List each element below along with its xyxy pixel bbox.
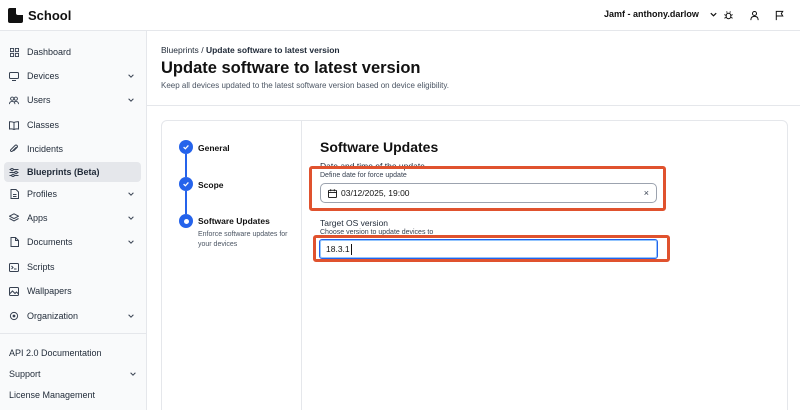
date-field-label: Date and time of the update	[320, 161, 425, 171]
sidebar-item-label: Dashboard	[27, 47, 72, 57]
breadcrumb-parent[interactable]: Blueprints	[161, 45, 199, 55]
target-os-version-value: 18.3.1	[326, 244, 350, 254]
sidebar-item-label: Users	[27, 95, 51, 105]
sidebar-item-organization[interactable]: Organization	[4, 306, 141, 326]
card-divider	[301, 121, 302, 410]
logo[interactable]: School	[8, 7, 72, 23]
sidebar-item-label: Wallpapers	[27, 286, 72, 296]
sidebar-item-label: Apps	[27, 213, 48, 223]
update-date-value: 03/12/2025, 19:00	[341, 188, 410, 198]
date-field-help: Define date for force update	[320, 172, 407, 179]
logo-icon	[8, 7, 23, 23]
sidebar-item-label: Profiles	[27, 189, 58, 199]
script-icon	[9, 262, 19, 272]
text-cursor	[350, 243, 352, 255]
step-software-updates-indicator	[179, 214, 193, 228]
breadcrumb-separator: /	[201, 45, 204, 55]
api-docs-link[interactable]: API 2.0 Documentation	[9, 348, 102, 358]
chevron-down-icon	[128, 314, 134, 318]
step-general[interactable]: General	[198, 143, 230, 153]
step-scope-check	[179, 177, 193, 191]
chevron-down-icon	[128, 192, 134, 196]
sidebar-item-documents[interactable]: Documents	[4, 232, 141, 252]
page-description: Keep all devices updated to the latest s…	[161, 81, 450, 90]
step-software-updates-subtitle: Enforce software updates for your device…	[198, 231, 288, 248]
sidebar-item-scripts[interactable]: Scripts	[4, 257, 141, 277]
chevron-down-icon	[128, 98, 134, 102]
flag-icon[interactable]	[773, 9, 785, 21]
dashboard-icon	[9, 47, 19, 57]
clear-date-button[interactable]: ×	[644, 188, 649, 198]
chevron-down-icon	[128, 240, 134, 244]
sidebar-item-blueprints[interactable]: Blueprints (Beta)	[4, 162, 141, 182]
sidebar-item-label: Blueprints (Beta)	[27, 167, 100, 177]
chevron-down-icon	[128, 74, 134, 78]
sidebar-item-label: Classes	[27, 120, 60, 130]
users-icon	[9, 95, 19, 105]
breadcrumb: Blueprints / Update software to latest v…	[161, 45, 340, 55]
step-scope[interactable]: Scope	[198, 180, 224, 190]
chevron-down-icon	[710, 12, 717, 17]
app-name: School	[28, 7, 72, 23]
sidebar-item-users[interactable]: Users	[4, 90, 141, 110]
document-icon	[9, 237, 19, 247]
sidebar: Dashboard Devices Users Classes Incident…	[0, 31, 147, 410]
paperclip-icon	[9, 144, 19, 154]
sidebar-item-label: Documents	[27, 237, 73, 247]
sidebar-item-incidents[interactable]: Incidents	[4, 139, 141, 159]
user-menu[interactable]: Jamf - anthony.darlow	[604, 9, 718, 19]
current-step-dot	[183, 218, 189, 224]
check-icon	[183, 181, 189, 187]
sidebar-item-label: Scripts	[27, 262, 55, 272]
sidebar-divider	[0, 333, 147, 334]
sidebar-item-classes[interactable]: Classes	[4, 115, 141, 135]
monitor-icon	[9, 71, 19, 81]
step-general-check	[179, 140, 193, 154]
sidebar-item-apps[interactable]: Apps	[4, 208, 141, 228]
sidebar-item-wallpapers[interactable]: Wallpapers	[4, 281, 141, 301]
user-name: Jamf - anthony.darlow	[604, 9, 699, 19]
support-label: Support	[9, 369, 41, 379]
gear-icon	[9, 311, 19, 321]
update-date-field[interactable]: 03/12/2025, 19:00 ×	[320, 183, 657, 203]
header-divider	[147, 105, 800, 106]
bug-icon[interactable]	[722, 9, 734, 21]
check-icon	[183, 144, 189, 150]
support-menu[interactable]: Support	[9, 369, 137, 379]
sidebar-item-profiles[interactable]: Profiles	[4, 184, 141, 204]
page-title: Update software to latest version	[161, 59, 421, 77]
layers-icon	[9, 213, 19, 223]
chevron-down-icon	[130, 372, 136, 376]
user-icon[interactable]	[748, 9, 760, 21]
sidebar-item-label: Organization	[27, 311, 79, 321]
blueprint-card	[161, 120, 788, 410]
step-software-updates[interactable]: Software Updates	[198, 216, 270, 226]
os-field-help: Choose version to update devices to	[320, 229, 434, 236]
section-title: Software Updates	[320, 139, 439, 155]
sidebar-item-devices[interactable]: Devices	[4, 66, 141, 86]
sidebar-item-label: Devices	[27, 71, 60, 81]
image-icon	[9, 286, 19, 296]
breadcrumb-current: Update software to latest version	[205, 45, 340, 55]
chevron-down-icon	[128, 216, 134, 220]
sliders-icon	[9, 167, 19, 177]
calendar-icon	[328, 188, 337, 198]
target-os-version-input[interactable]: 18.3.1	[319, 239, 658, 259]
step-connector	[185, 191, 187, 214]
sidebar-item-dashboard[interactable]: Dashboard	[4, 42, 141, 62]
license-management-link[interactable]: License Management	[9, 390, 95, 400]
book-icon	[9, 120, 19, 130]
profile-icon	[9, 189, 19, 199]
os-field-label: Target OS version	[320, 218, 389, 228]
sidebar-item-label: Incidents	[27, 144, 64, 154]
step-connector	[185, 154, 187, 177]
